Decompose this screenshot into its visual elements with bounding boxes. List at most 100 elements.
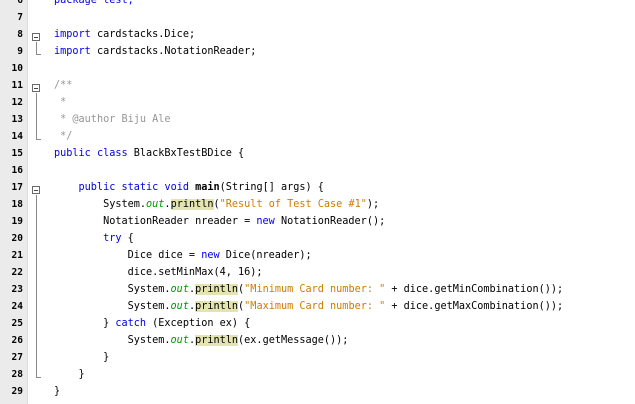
line-number: 7 [17,12,23,23]
code-line[interactable]: 10 [0,60,635,77]
code-token: void [164,182,189,193]
code-token: main [195,182,220,193]
code-token: class [96,148,128,159]
code-line[interactable]: 28 } [0,366,635,383]
line-number: 21 [11,250,23,261]
code-line[interactable]: 17 public static void main(String[] args… [0,179,635,196]
code-line[interactable]: 8 import cardstacks.Dice; [0,26,635,43]
code-text: /** [54,77,72,94]
line-number: 28 [11,369,23,380]
line-number: 22 [11,267,23,278]
line-number: 13 [11,114,23,125]
code-text: System.out.println(ex.getMessage()); [54,332,348,349]
line-number: 19 [11,216,23,227]
code-token: } [54,386,61,397]
code-line[interactable]: 20 try { [0,230,635,247]
code-line[interactable]: 26 System.out.println(ex.getMessage()); [0,332,635,349]
code-token: import [54,46,91,57]
code-line[interactable]: 11 /** [0,77,635,94]
code-line[interactable]: 24 System.out.println("Maximum Card numb… [0,298,635,315]
code-line[interactable]: 13 * @author Biju Ale [0,111,635,128]
code-token: cardstacks.NotationReader; [90,46,257,57]
code-text: dice.setMinMax(4, 16); [54,264,263,281]
code-token: println [195,301,239,312]
code-text: } [54,383,60,400]
code-token: out [170,284,189,295]
code-token: * [54,114,73,125]
code-token: catch [115,318,147,329]
code-token: package test; [54,0,134,6]
code-line[interactable]: 12 * [0,94,635,111]
code-token: (ex.getMessage()); [238,335,349,346]
line-number: 10 [11,63,23,74]
code-token: out [170,301,189,312]
code-token: System. [54,284,171,295]
code-token: "Result of Test Case #1" [219,199,367,210]
line-number: 27 [11,352,23,363]
code-token: println [170,199,214,210]
code-line[interactable]: 27 } [0,349,635,366]
code-token: } [54,352,110,363]
code-text: public static void main(String[] args) { [54,179,324,196]
line-number: 12 [11,97,23,108]
code-token: try [54,233,122,244]
code-line[interactable]: 7 [0,9,635,26]
code-token: } [54,369,85,380]
code-line[interactable]: 19 NotationReader nreader = new Notation… [0,213,635,230]
code-token: Dice(nreader); [219,250,312,261]
code-token: System. [54,199,147,210]
line-number: 18 [11,199,23,210]
code-line[interactable]: 18 System.out.println("Result of Test Ca… [0,196,635,213]
code-token: "Maximum Card number: " [244,301,386,312]
code-line[interactable]: 9 import cardstacks.NotationReader; [0,43,635,60]
code-token: public [54,148,91,159]
code-text: * [54,94,66,111]
code-token: import [54,29,91,40]
code-text: Dice dice = new Dice(nreader); [54,247,312,264]
code-token: out [170,335,189,346]
code-token: new [256,216,275,227]
line-number: 25 [11,318,23,329]
line-number: 6 [17,0,23,6]
code-editor[interactable]: 6 package test; 7 8 import cardstacks.Dice; 9… [0,0,635,404]
code-token: } [54,318,116,329]
code-token: System. [54,301,171,312]
code-token: BlackBxTestBDice { [127,148,245,159]
code-token: (Exception ex) { [146,318,251,329]
code-token: out [146,199,165,210]
line-number: 9 [17,46,23,57]
line-number: 11 [11,80,23,91]
code-text: } catch (Exception ex) { [54,315,250,332]
code-line[interactable]: 29} [0,383,635,400]
code-text: package test; [54,0,134,9]
code-token: dice.setMinMax(4, 16); [54,267,263,278]
code-text: try { [54,230,134,247]
code-text: } [54,349,109,366]
code-text: NotationReader nreader = new NotationRea… [54,213,385,230]
code-text: public class BlackBxTestBDice { [54,145,244,162]
code-line[interactable]: 21 Dice dice = new Dice(nreader); [0,247,635,264]
code-token: { [121,233,134,244]
code-text: */ [54,128,72,145]
code-token: println [195,335,239,346]
code-token: cardstacks.Dice; [90,29,196,40]
code-token: */ [54,131,73,142]
code-line[interactable]: 6 package test; [0,0,635,9]
code-line[interactable]: 15 public class BlackBxTestBDice { [0,145,635,162]
line-number: 15 [11,148,23,159]
code-token: public [54,182,116,193]
code-line[interactable]: 16 [0,162,635,179]
code-token: @author [72,114,116,125]
code-token: Dice dice = [54,250,202,261]
code-token: /** [54,80,73,91]
code-line[interactable]: 22 dice.setMinMax(4, 16); [0,264,635,281]
code-line[interactable]: 25 } catch (Exception ex) { [0,315,635,332]
code-line[interactable]: 23 System.out.println("Minimum Card numb… [0,281,635,298]
code-token: static [121,182,159,193]
line-number: 20 [11,233,23,244]
code-token: NotationReader(); [274,216,386,227]
code-token: ); [366,199,380,210]
code-token: new [201,250,220,261]
code-token: Biju Ale [115,114,171,125]
code-line[interactable]: 14 */ [0,128,635,145]
